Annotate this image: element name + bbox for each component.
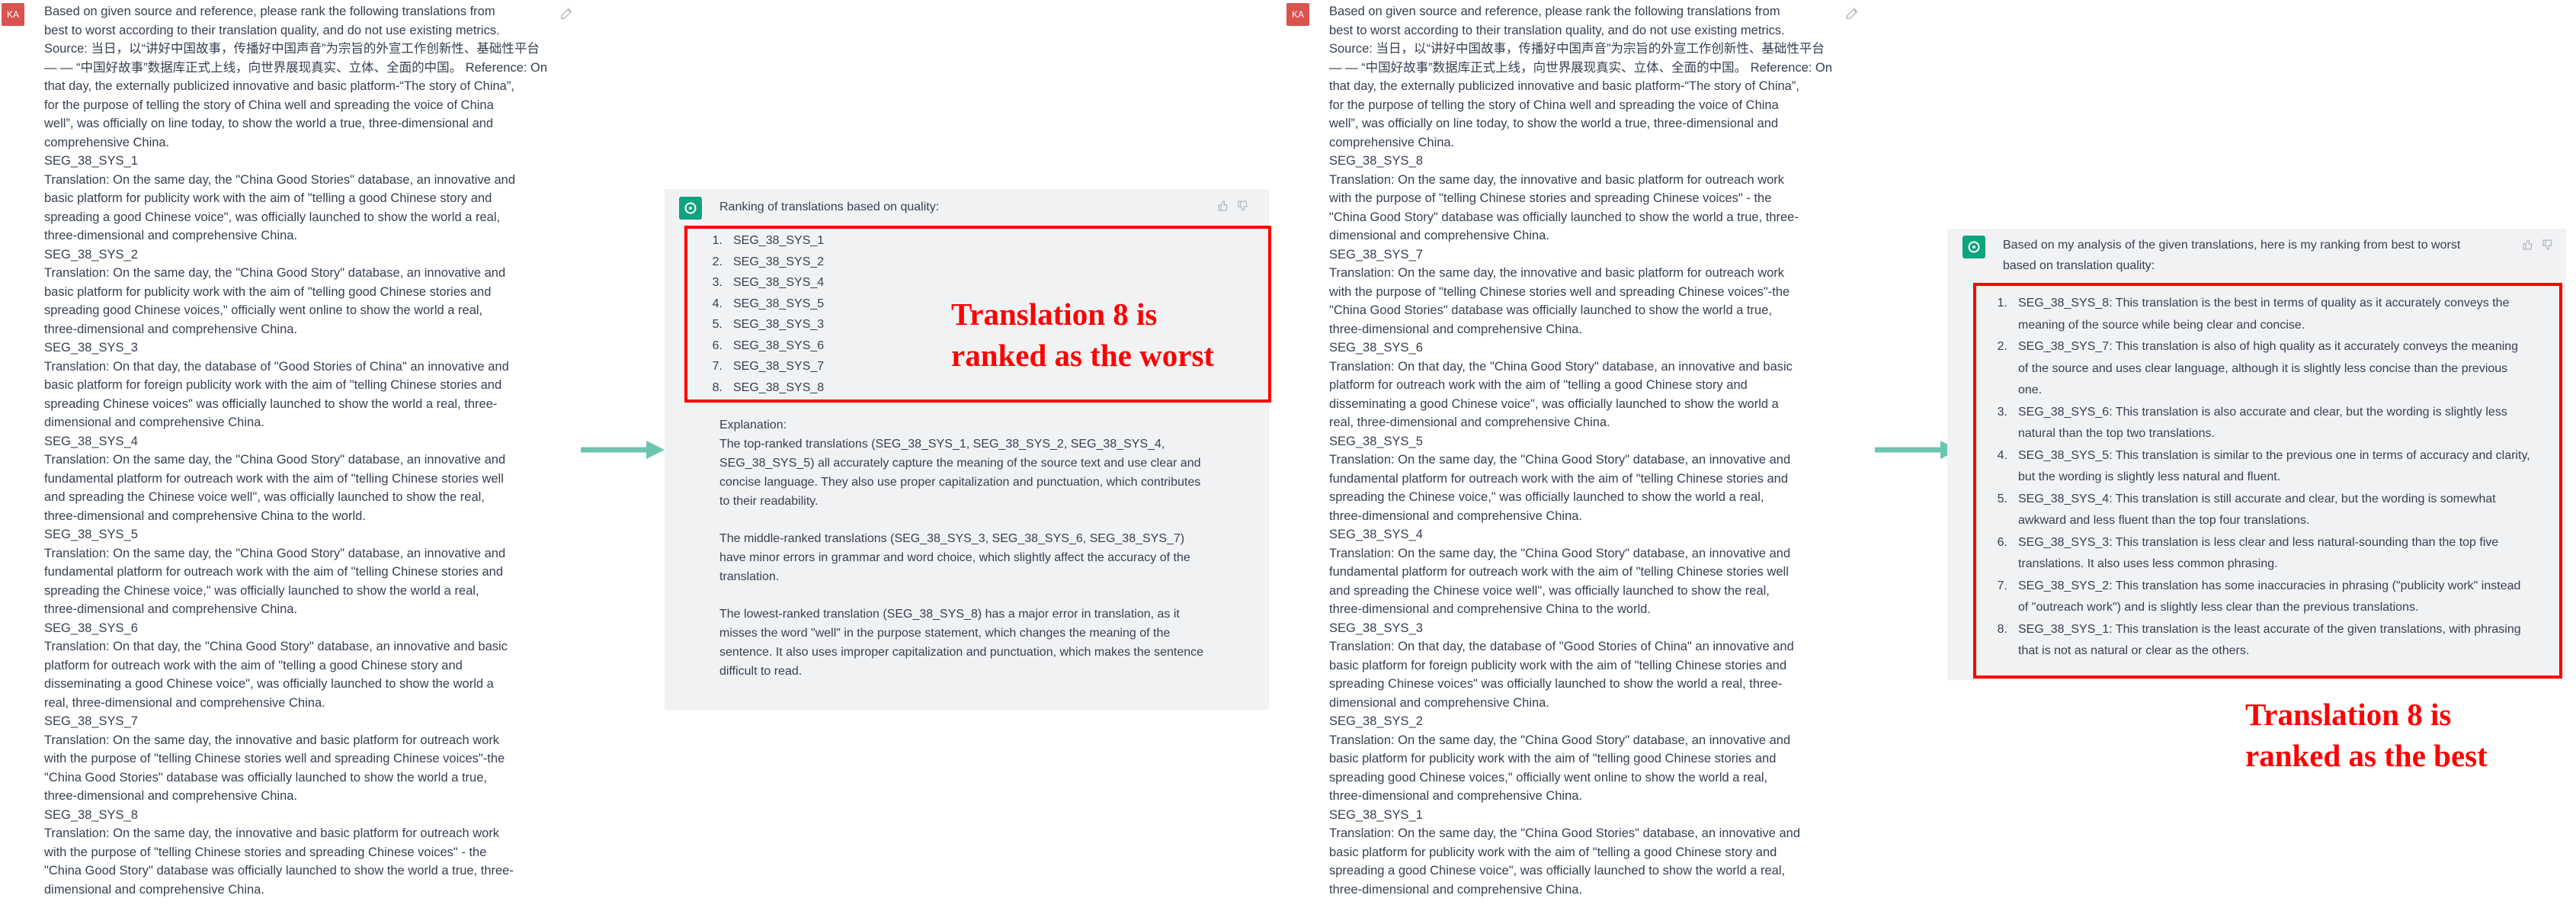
left-explanation: Explanation: The top-ranked translations… [719,416,1207,699]
chatgpt-icon [679,197,702,220]
left-prompt-text: Based on given source and reference, ple… [44,5,548,897]
explanation-paragraph: The middle-ranked translations (SEG_38_S… [719,532,1190,583]
thumbs-down-icon[interactable] [1237,200,1249,212]
arrow-right-icon [581,441,665,459]
ranking-item: 1. SEG_38_SYS_1 [712,234,825,247]
ranking-item: 2. SEG_38_SYS_2 [712,255,825,268]
ranking-item: 6. SEG_38_SYS_3: This translation is less… [1997,535,2499,571]
left-response-heading: Ranking of translations based on quality… [719,201,940,213]
ranking-item: 8. SEG_38_SYS_8 [712,380,825,394]
ranking-item: 7. SEG_38_SYS_2: This translation has som… [1997,579,2521,615]
ranking-item: 4. SEG_38_SYS_5: This translation is simi… [1997,448,2530,484]
chatgpt-icon [1962,236,1985,258]
ranking-item: 8. SEG_38_SYS_1: This translation is the … [1997,622,2521,658]
thumbs-up-icon[interactable] [2522,239,2534,251]
explanation-paragraph: The top-ranked translations (SEG_38_SYS_… [719,438,1201,508]
right-ranking-list: 1. SEG_38_SYS_8: This translation is the … [1986,293,2531,663]
right-user-avatar: KA [1286,3,1309,26]
ranking-item: 2. SEG_38_SYS_7: This translation is also… [1997,340,2519,396]
left-feedback-buttons [1217,200,1249,212]
ranking-item: 4. SEG_38_SYS_5 [712,297,825,310]
thumbs-down-icon[interactable] [2542,239,2554,251]
explanation-title: Explanation: [719,419,787,432]
explanation-paragraph: The lowest-ranked translation (SEG_38_SY… [719,608,1204,678]
ranking-item: 5. SEG_38_SYS_3 [712,318,825,331]
right-response-heading: Based on my analysis of the given transl… [2003,239,2461,272]
ranking-item: 6. SEG_38_SYS_6 [712,339,825,352]
left-user-avatar: KA [2,3,24,26]
right-annotation: Translation 8 is ranked as the best [2245,697,2488,773]
ranking-item: 3. SEG_38_SYS_4 [712,276,825,289]
thumbs-up-icon[interactable] [1217,200,1229,212]
ranking-item: 3. SEG_38_SYS_6: This translation is also… [1997,405,2507,441]
ranking-item: 5. SEG_38_SYS_4: This translation is stil… [1997,492,2496,528]
left-ranking-list: 1. SEG_38_SYS_1 2. SEG_38_SYS_2 3. SEG_38_S… [701,230,825,398]
ranking-item: 1. SEG_38_SYS_8: This translation is the … [1997,297,2510,332]
right-prompt-text: Based on given source and reference, ple… [1329,5,1833,897]
ranking-item: 7. SEG_38_SYS_7 [712,360,825,373]
right-feedback-buttons [2522,239,2554,251]
left-annotation: Translation 8 is ranked as the worst [951,297,1215,373]
